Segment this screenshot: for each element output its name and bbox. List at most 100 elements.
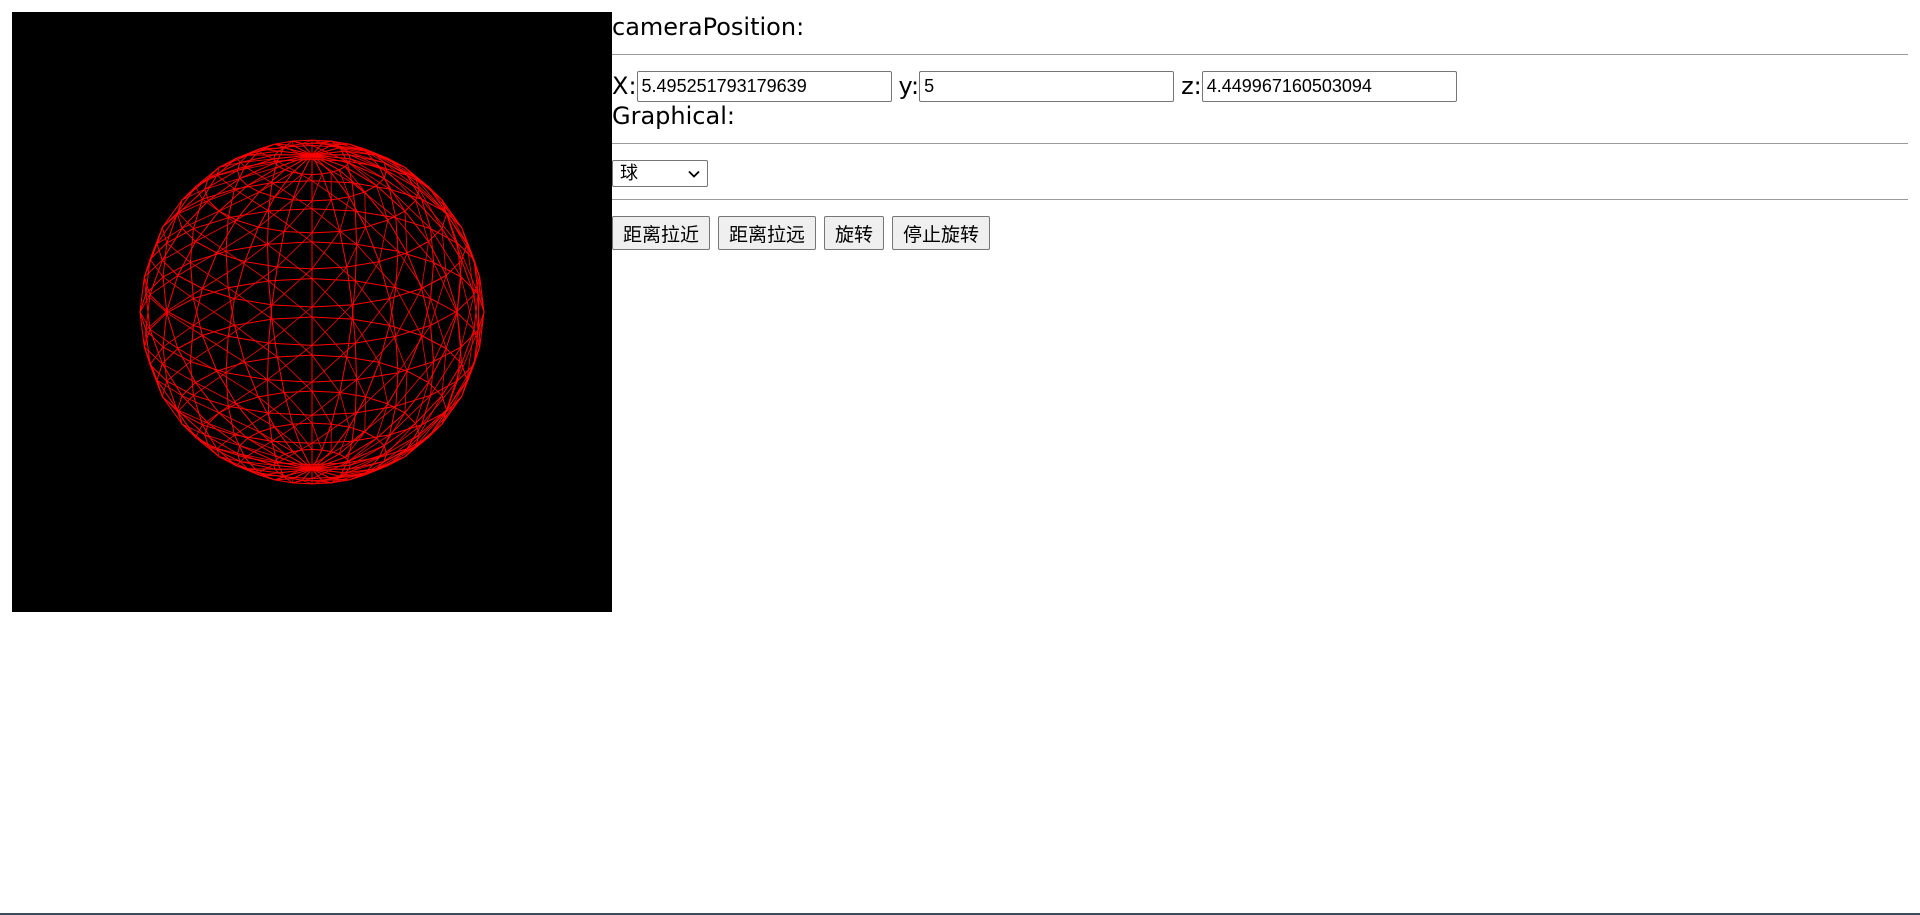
- mesh-edge: [378, 252, 408, 263]
- mesh-edge: [311, 199, 332, 202]
- mesh-edge: [267, 379, 313, 383]
- mesh-edge: [461, 259, 475, 296]
- mesh-edge: [292, 143, 303, 146]
- mesh-edge: [311, 278, 353, 320]
- mesh-edge: [283, 390, 313, 393]
- mesh-edge: [284, 468, 313, 477]
- mesh-edge: [236, 445, 241, 454]
- z-label: z:: [1181, 72, 1202, 100]
- control-panel: cameraPosition: X: y: z: Graphical: 球 距离…: [612, 12, 1908, 250]
- mesh-edge: [311, 390, 341, 393]
- stop-rotate-button[interactable]: 停止旋转: [892, 216, 991, 250]
- mesh-edge: [207, 412, 220, 424]
- mesh-edge: [330, 423, 350, 428]
- mesh-edge: [267, 344, 313, 381]
- mesh-edge: [292, 199, 313, 202]
- mesh-edge: [456, 294, 475, 312]
- mesh-edge: [177, 200, 209, 215]
- mesh-edge: [149, 328, 163, 365]
- mesh-edge: [311, 316, 353, 320]
- mesh-edge: [166, 310, 194, 326]
- mesh-edge: [181, 395, 220, 414]
- mesh-edge: [321, 171, 332, 175]
- mesh-edge: [271, 318, 313, 356]
- mesh-edge: [268, 210, 313, 243]
- mesh-edge: [274, 196, 294, 201]
- mesh-edge: [227, 280, 270, 289]
- mesh-edge: [274, 423, 294, 428]
- mesh-edge: [225, 372, 268, 381]
- mesh-edge: [268, 280, 313, 318]
- mesh-edge: [257, 392, 285, 398]
- rotate-button[interactable]: 旋转: [824, 216, 885, 250]
- mesh-edge: [143, 346, 158, 381]
- divider: [612, 143, 1908, 144]
- mesh-edge: [364, 403, 389, 433]
- mesh-edge: [201, 324, 235, 336]
- mesh-edge: [461, 328, 475, 365]
- mesh-edge: [339, 196, 350, 232]
- mesh-edge: [244, 261, 278, 268]
- mesh-edge: [192, 288, 203, 326]
- mesh-edge: [346, 318, 353, 358]
- mesh-edge: [189, 261, 194, 300]
- z-input[interactable]: [1201, 70, 1457, 102]
- mesh-edge: [278, 453, 286, 458]
- mesh-edge: [189, 250, 227, 263]
- mesh-edge: [446, 379, 468, 411]
- mesh-edge: [166, 298, 194, 314]
- mesh-edge: [292, 479, 303, 484]
- mesh-edge: [207, 200, 220, 212]
- zoom-out-button[interactable]: 距离拉远: [718, 216, 817, 250]
- mesh-edge: [235, 396, 259, 405]
- mesh-edge: [156, 213, 178, 245]
- mesh-edge: [311, 173, 323, 175]
- mesh-edge: [276, 146, 285, 162]
- mesh-edge: [354, 379, 357, 414]
- x-input[interactable]: [636, 70, 892, 102]
- mesh-edge: [351, 298, 390, 306]
- y-input[interactable]: [919, 70, 1175, 102]
- zoom-in-button[interactable]: 距离拉近: [612, 216, 711, 250]
- shape-select[interactable]: 球: [612, 160, 708, 187]
- mesh-edge: [441, 213, 447, 229]
- mesh-edge: [156, 379, 178, 411]
- mesh-edge: [149, 259, 163, 296]
- mesh-edge: [354, 342, 357, 381]
- mesh-edge: [404, 370, 408, 414]
- mesh-edge: [330, 392, 341, 425]
- mesh-edge: [278, 166, 286, 171]
- mesh-edge: [195, 210, 220, 242]
- shape-select-value: 球: [620, 163, 638, 184]
- mesh-edge: [338, 453, 346, 458]
- mesh-edge: [258, 426, 276, 433]
- mesh-edge: [364, 191, 367, 228]
- mesh-edge: [378, 324, 390, 363]
- mesh-edge: [339, 356, 348, 393]
- mesh-edge: [271, 182, 313, 210]
- mesh-edge: [267, 241, 313, 245]
- mesh-edge: [421, 335, 429, 383]
- mesh-edge: [268, 182, 273, 212]
- mesh-edge: [311, 266, 348, 308]
- mesh-edge: [227, 405, 270, 414]
- mesh-edge: [404, 210, 408, 254]
- camera-coordinates: X: y: z:: [612, 70, 1908, 102]
- mesh-edge: [166, 242, 191, 263]
- render-canvas[interactable]: [12, 12, 612, 612]
- mesh-edge: [234, 188, 270, 212]
- mesh-edge: [339, 226, 367, 232]
- mesh-edge: [149, 294, 168, 312]
- mesh-edge: [330, 199, 341, 232]
- mesh-edge: [257, 226, 285, 232]
- mesh-edge: [292, 423, 313, 450]
- mesh-edge: [378, 361, 408, 372]
- mesh-edge: [397, 361, 435, 374]
- mesh-edge: [301, 173, 313, 175]
- mesh-edge: [271, 318, 278, 358]
- chevron-down-icon: [688, 170, 700, 178]
- mesh-edge: [456, 312, 463, 365]
- mesh-edge: [378, 261, 390, 300]
- mesh-edge: [441, 199, 463, 228]
- mesh-edge: [267, 243, 313, 280]
